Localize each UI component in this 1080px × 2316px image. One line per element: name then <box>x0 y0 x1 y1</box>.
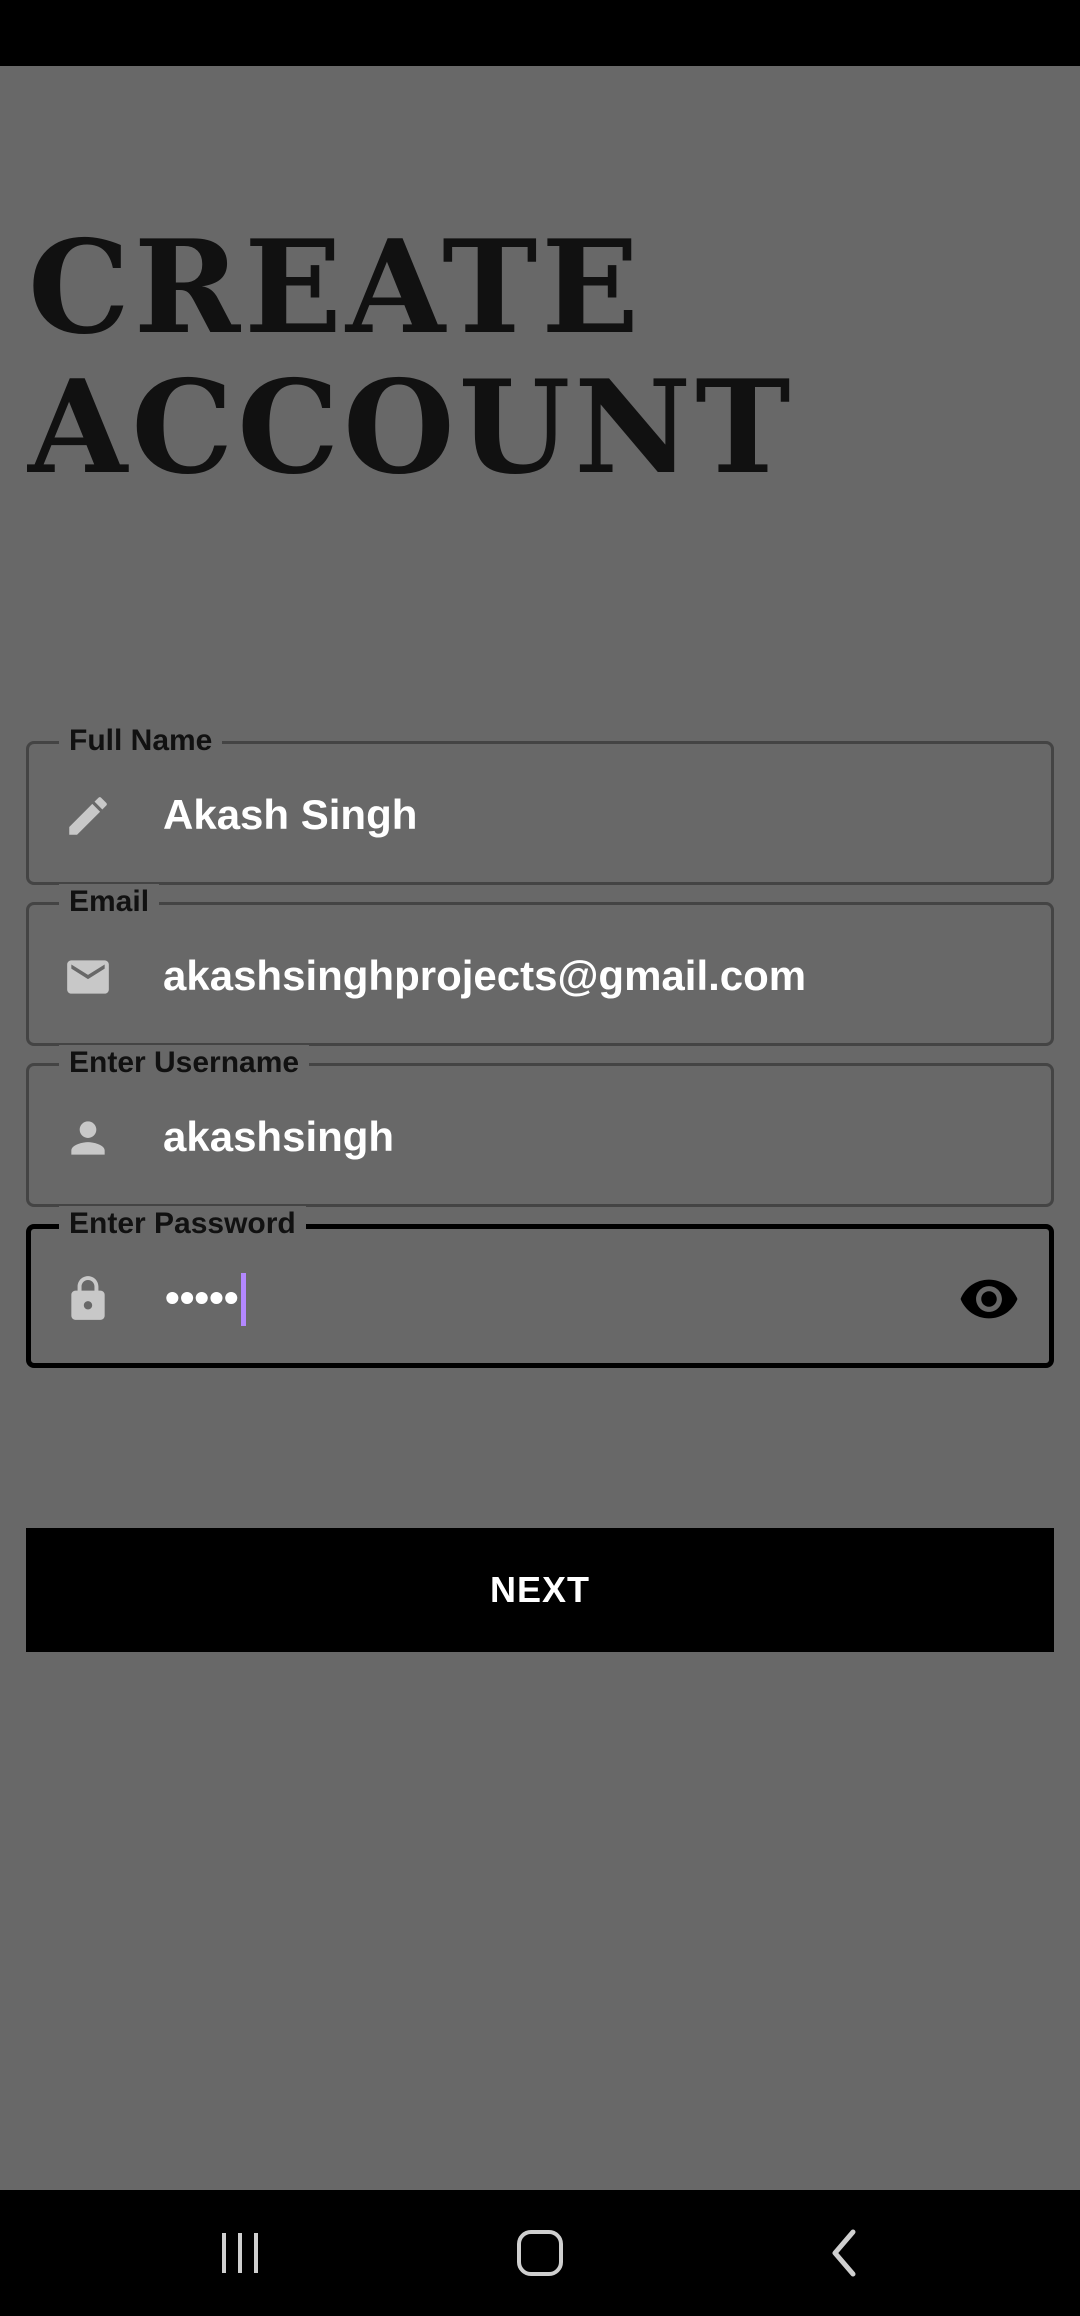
email-field[interactable]: Email akashsinghprojects@gmail.com <box>26 884 1054 1046</box>
email-label: Email <box>59 884 160 920</box>
mail-icon <box>63 952 113 1002</box>
password-label: Enter Password <box>59 1206 306 1242</box>
username-input[interactable]: akashsingh <box>163 1112 941 1162</box>
lock-icon <box>63 1274 113 1324</box>
title-line-2: ACCOUNT <box>28 353 795 503</box>
page-title: CREATE ACCOUNT <box>28 218 1008 498</box>
eye-icon[interactable] <box>957 1269 1021 1329</box>
password-value: ••••• <box>165 1274 239 1321</box>
next-button[interactable]: NEXT <box>26 1528 1054 1652</box>
back-button[interactable] <box>775 2190 915 2316</box>
full-name-input[interactable]: Akash Singh <box>163 790 941 840</box>
full-name-label: Full Name <box>59 723 223 759</box>
home-icon <box>517 2230 563 2276</box>
username-field[interactable]: Enter Username akashsingh <box>26 1045 1054 1207</box>
home-button[interactable] <box>470 2190 610 2316</box>
recent-apps-icon <box>222 2233 258 2273</box>
person-icon <box>63 1113 113 1163</box>
password-input[interactable]: ••••• <box>165 1273 939 1328</box>
text-caret <box>240 1273 246 1326</box>
pencil-icon <box>63 791 113 841</box>
password-field[interactable]: Enter Password ••••• <box>26 1206 1054 1368</box>
navigation-bar <box>0 2190 1080 2316</box>
back-icon <box>832 2229 856 2277</box>
status-bar <box>0 0 1080 66</box>
recent-apps-button[interactable] <box>170 2190 310 2316</box>
full-name-field[interactable]: Full Name Akash Singh <box>26 723 1054 885</box>
email-input[interactable]: akashsinghprojects@gmail.com <box>163 951 941 1001</box>
username-label: Enter Username <box>59 1045 310 1081</box>
title-line-1: CREATE <box>28 213 643 363</box>
